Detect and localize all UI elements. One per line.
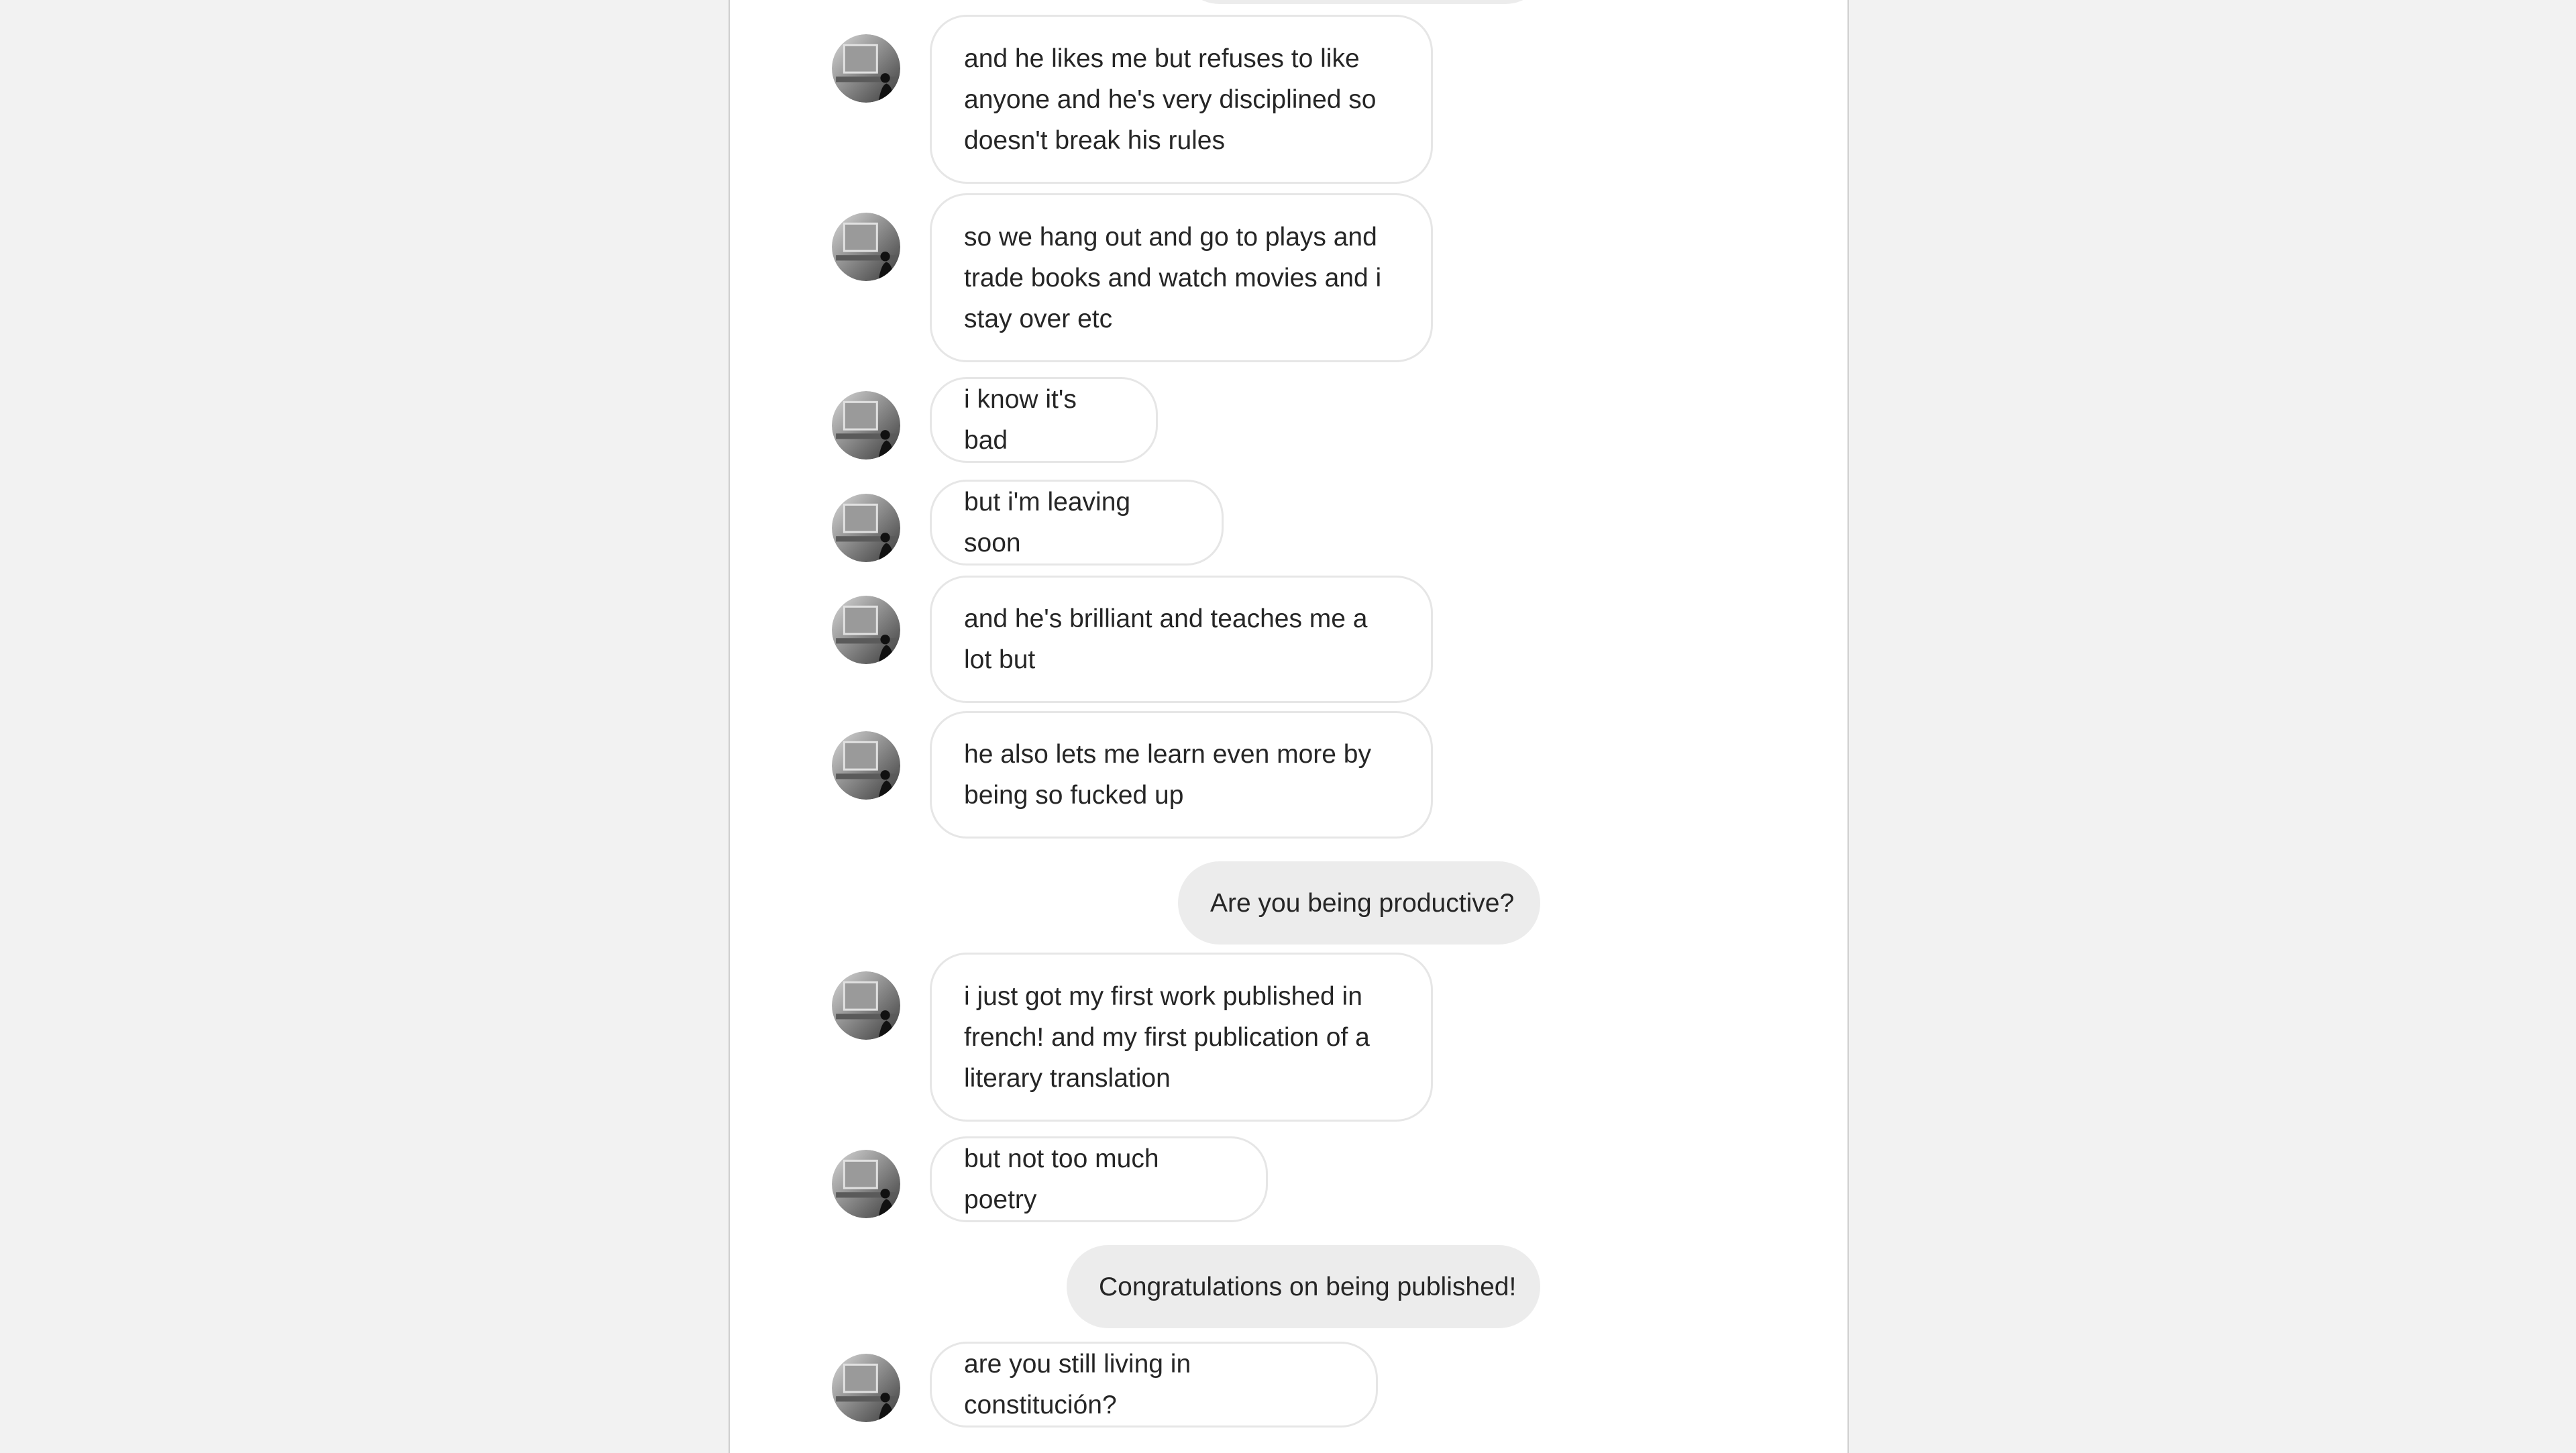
message-bubble-incoming: and he's brilliant and teaches me a lot … bbox=[930, 576, 1433, 703]
avatar[interactable] bbox=[832, 34, 900, 103]
message-bubble-outgoing-partial bbox=[1178, 0, 1547, 4]
message-bubble-outgoing: Are you being productive? bbox=[1178, 861, 1540, 945]
avatar[interactable] bbox=[832, 731, 900, 800]
chat-thread: and he likes me but refuses to like anyo… bbox=[729, 0, 1849, 1453]
avatar[interactable] bbox=[832, 1354, 900, 1422]
message-bubble-incoming: are you still living in constitución? bbox=[930, 1342, 1378, 1428]
message-bubble-outgoing: Congratulations on being published! bbox=[1067, 1245, 1540, 1328]
message-bubble-incoming: but not too much poetry bbox=[930, 1136, 1268, 1222]
message-bubble-incoming: so we hang out and go to plays and trade… bbox=[930, 193, 1433, 362]
avatar-icon bbox=[832, 213, 900, 281]
message-bubble-incoming: i just got my first work published in fr… bbox=[930, 953, 1433, 1122]
avatar-icon bbox=[832, 731, 900, 800]
message-bubble-incoming: but i'm leaving soon bbox=[930, 480, 1224, 566]
avatar[interactable] bbox=[832, 596, 900, 664]
avatar[interactable] bbox=[832, 391, 900, 460]
avatar-icon bbox=[832, 596, 900, 664]
avatar-icon bbox=[832, 494, 900, 562]
avatar-icon bbox=[832, 391, 900, 460]
avatar-icon bbox=[832, 34, 900, 103]
avatar[interactable] bbox=[832, 494, 900, 562]
message-bubble-incoming: he also lets me learn even more by being… bbox=[930, 711, 1433, 839]
avatar[interactable] bbox=[832, 971, 900, 1040]
message-bubble-incoming: and he likes me but refuses to like anyo… bbox=[930, 15, 1433, 184]
avatar[interactable] bbox=[832, 1150, 900, 1218]
message-bubble-incoming: i know it's bad bbox=[930, 377, 1158, 463]
avatar[interactable] bbox=[832, 213, 900, 281]
avatar-icon bbox=[832, 971, 900, 1040]
avatar-icon bbox=[832, 1150, 900, 1218]
avatar-icon bbox=[832, 1354, 900, 1422]
